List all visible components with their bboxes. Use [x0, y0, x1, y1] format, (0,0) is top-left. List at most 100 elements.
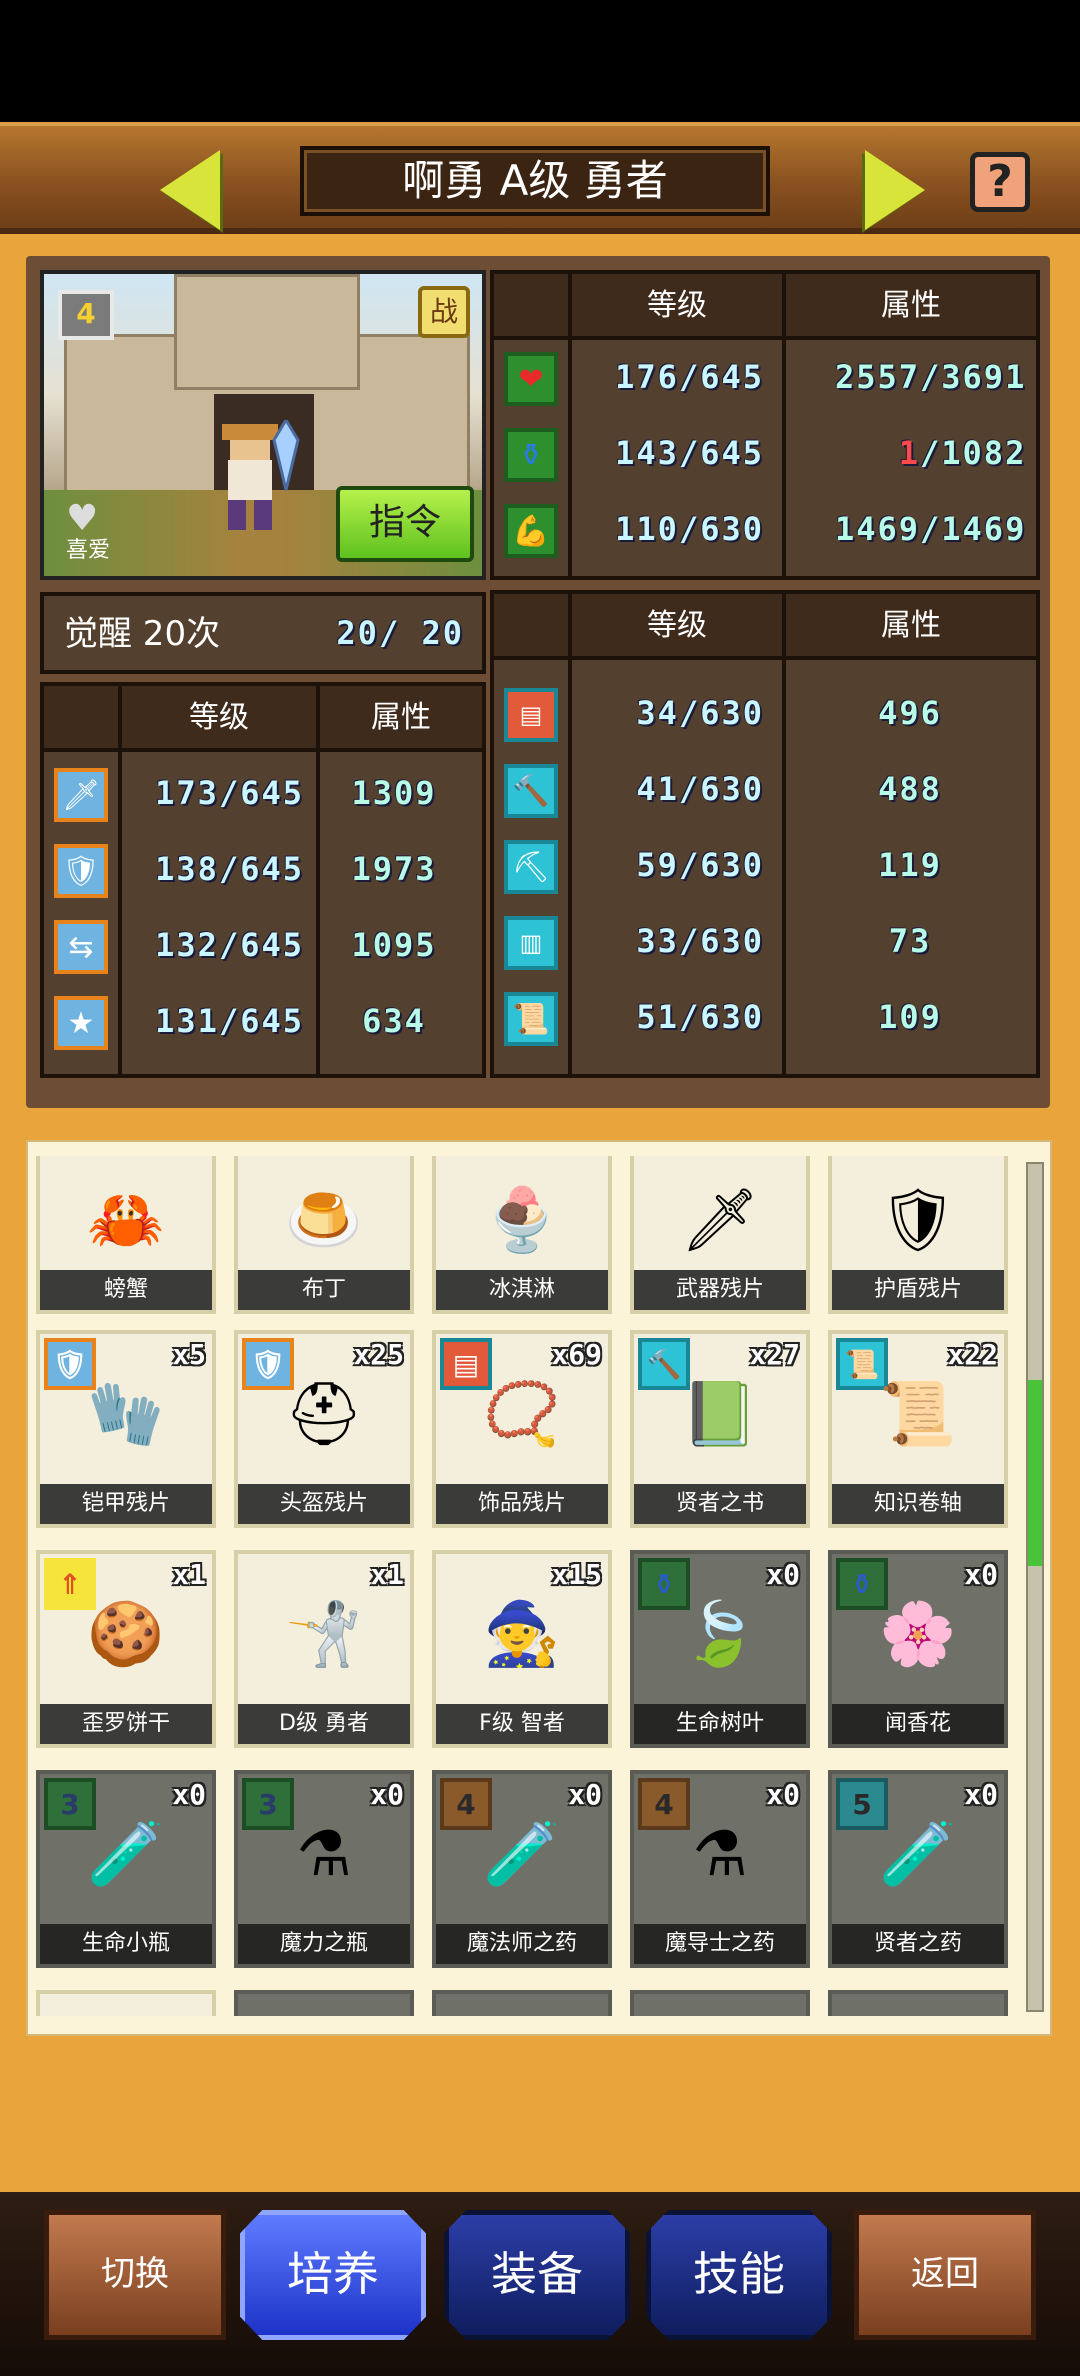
item-card[interactable]: 4 x0 ⚗ 魔导士之药 [630, 1770, 810, 1968]
combat-stats-table: 等级 属性 🗡 173/645 1309 🛡 138/645 1973 ⇆ 13… [40, 682, 486, 1078]
help-button[interactable]: ? [970, 152, 1030, 212]
pudding-icon: 🍮 [285, 1183, 363, 1256]
combat-eva-attr: 1095 [351, 926, 437, 964]
item-card[interactable]: 🛡 护盾残片 [828, 1156, 1008, 1314]
sage-unit-icon: 🧙 [483, 1597, 561, 1670]
combat-def-level: 138/645 [155, 850, 304, 888]
dodge-arrows-icon: ⇆ [54, 920, 108, 974]
train-tab[interactable]: 培养 [240, 2210, 426, 2340]
item-card[interactable]: 🗡 武器残片 [630, 1156, 810, 1314]
battle-badge-icon[interactable]: 战 [418, 286, 470, 338]
skill-book-attr: 496 [878, 694, 942, 732]
switch-button[interactable]: 切换 [44, 2210, 226, 2340]
item-name: 布丁 [238, 1270, 410, 1310]
skill-scroll-attr: 109 [878, 998, 942, 1036]
item-card[interactable]: 🦀 螃蟹 [36, 1156, 216, 1314]
item-name: 知识卷轴 [832, 1484, 1004, 1524]
item-card[interactable]: 3 x0 ⚗ 魔力之瓶 [234, 1770, 414, 1968]
item-count: x0 [766, 1558, 800, 1591]
item-name: 冰淇淋 [436, 1270, 608, 1310]
item-card[interactable]: x15 🧙 F级 智者 [432, 1550, 612, 1748]
combat-atk-attr: 1309 [351, 774, 437, 812]
item-name: 生命树叶 [634, 1704, 806, 1744]
inventory-grid[interactable]: 🦀 螃蟹 🍮 布丁 🍨 冰淇淋 🗡 武器残片 🛡 护盾残片 🛡 x5 🧤 铠甲残… [34, 1156, 1024, 2016]
item-count: x5 [172, 1338, 206, 1371]
item-card[interactable]: 🍮 布丁 [234, 1156, 414, 1314]
life-leaf-icon: 🍃 [681, 1597, 759, 1670]
item-count: x1 [370, 1558, 404, 1591]
item-card[interactable]: 📜 x22 📜 知识卷轴 [828, 1330, 1008, 1528]
item-card[interactable]: ▤ x69 📿 饰品残片 [432, 1330, 612, 1528]
sorcerer-potion-icon: ⚗ [692, 1817, 748, 1890]
combat-eva-level: 132/645 [155, 926, 304, 964]
item-name: 武器残片 [634, 1270, 806, 1310]
item-name: 贤者之药 [832, 1924, 1004, 1964]
item-card[interactable]: ⚱ x0 🌸 闻香花 [828, 1550, 1008, 1748]
mana-potion-icon: ⚱ [504, 428, 558, 482]
item-name: 头盔残片 [238, 1484, 410, 1524]
skill-chest-attr: 73 [888, 922, 932, 960]
item-count: x1 [172, 1558, 206, 1591]
item-card[interactable] [432, 1990, 612, 2016]
shovel-icon: ⛏ [504, 840, 558, 894]
crab-icon: 🦀 [87, 1183, 165, 1256]
inventory-scrollbar[interactable] [1026, 1162, 1044, 2012]
item-count: x0 [964, 1558, 998, 1591]
combat-atk-level: 173/645 [155, 774, 304, 812]
command-button[interactable]: 指令 [336, 486, 474, 562]
sage-potion-icon: 🧪 [879, 1817, 957, 1890]
skill-chest-level: 33/630 [636, 922, 764, 960]
prev-character-arrow[interactable] [160, 150, 220, 230]
shield-icon: 🛡 [54, 844, 108, 898]
accessory-fragment-icon: 📿 [483, 1377, 561, 1450]
item-name: 贤者之书 [634, 1484, 806, 1524]
item-card[interactable] [630, 1990, 810, 2016]
item-card[interactable]: 3 x0 🧪 生命小瓶 [36, 1770, 216, 1968]
item-card[interactable] [828, 1990, 1008, 2016]
chest-icon: ▥ [504, 916, 558, 970]
item-name: 螃蟹 [40, 1270, 212, 1310]
item-card[interactable] [36, 1990, 216, 2016]
item-card[interactable] [234, 1990, 414, 2016]
skill-tab[interactable]: 技能 [646, 2210, 832, 2340]
hammer-icon: 🔨 [504, 764, 558, 818]
back-button[interactable]: 返回 [854, 2210, 1036, 2340]
combat-attr-header: 属性 [371, 700, 431, 735]
item-card[interactable]: 5 x0 🧪 贤者之药 [828, 1770, 1008, 1968]
vital-sp-current: 1469 [834, 510, 920, 548]
item-name: 生命小瓶 [40, 1924, 212, 1964]
item-count: x27 [749, 1338, 800, 1371]
awakening-bar: 觉醒 20次 20/ 20 [40, 592, 486, 674]
item-name: 魔导士之药 [634, 1924, 806, 1964]
awakening-label: 觉醒 20次 [64, 614, 221, 654]
awakening-value: 20/ 20 [336, 614, 464, 652]
item-card[interactable]: 4 x0 🧪 魔法师之药 [432, 1770, 612, 1968]
item-count: x25 [353, 1338, 404, 1371]
item-name: 护盾残片 [832, 1270, 1004, 1310]
star-icon: ★ [54, 996, 108, 1050]
next-character-arrow[interactable] [865, 150, 925, 230]
equip-tab[interactable]: 装备 [444, 2210, 630, 2340]
item-card[interactable]: 🛡 x25 ⛑ 头盔残片 [234, 1330, 414, 1528]
armor-fragment-icon: 🧤 [87, 1377, 165, 1450]
ice-cream-icon: 🍨 [483, 1183, 561, 1256]
sword-icon: 🗡 [54, 768, 108, 822]
item-name: 魔法师之药 [436, 1924, 608, 1964]
knowledge-scroll-icon: 📜 [879, 1377, 957, 1450]
item-card[interactable]: x1 🤺 D级 勇者 [234, 1550, 414, 1748]
combat-level-header: 等级 [189, 700, 249, 735]
inventory-scrollbar-thumb[interactable] [1028, 1380, 1042, 1566]
item-card[interactable]: ⇑ x1 🍪 歪罗饼干 [36, 1550, 216, 1748]
item-card[interactable]: 🍨 冰淇淋 [432, 1156, 612, 1314]
item-count: x0 [964, 1778, 998, 1811]
castle-tower [174, 274, 360, 390]
item-name: 歪罗饼干 [40, 1704, 212, 1744]
item-card[interactable]: 🔨 x27 📗 贤者之书 [630, 1330, 810, 1528]
vitals-table: 等级 属性 ❤ 176/645 2557 /3691 ⚱ 143/645 1 /… [490, 270, 1040, 580]
item-card[interactable]: 🛡 x5 🧤 铠甲残片 [36, 1330, 216, 1528]
fragrant-flower-icon: 🌸 [879, 1597, 957, 1670]
vital-sp-max: /1469 [920, 510, 1027, 548]
item-card[interactable]: ⚱ x0 🍃 生命树叶 [630, 1550, 810, 1748]
item-count: x15 [551, 1558, 602, 1591]
status-bar-area [0, 0, 1080, 122]
